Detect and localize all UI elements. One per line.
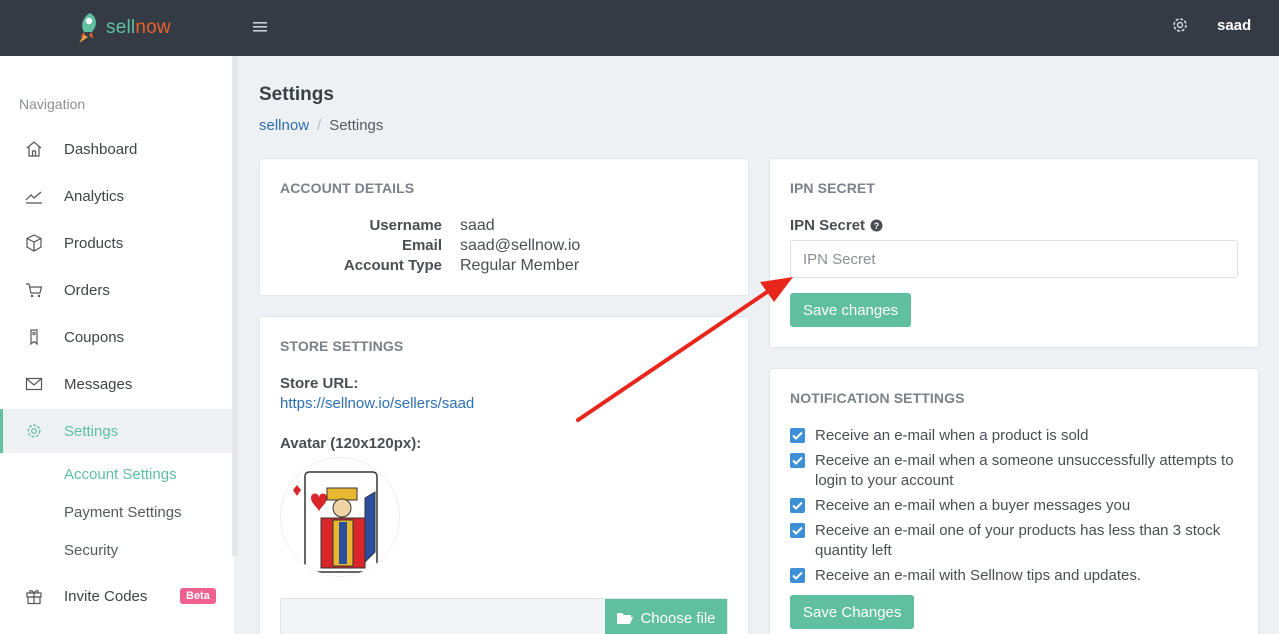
sidebar: Navigation Dashboard Analytics Products … [0, 56, 234, 634]
sidebar-item-messages[interactable]: Messages [0, 362, 234, 406]
breadcrumb-root-link[interactable]: sellnow [259, 117, 309, 134]
box-icon [24, 233, 44, 253]
beta-badge: Beta [180, 588, 216, 604]
page-title: Settings [259, 84, 334, 105]
notification-settings-card: NOTIFICATION SETTINGS Receive an e-mail … [769, 368, 1259, 634]
sellnow-logo[interactable]: sellnow [70, 11, 171, 45]
ipn-secret-card: IPN SECRET IPN Secret ? Save changes [769, 158, 1259, 348]
cart-icon [24, 280, 44, 300]
notify-low-stock-option[interactable]: Receive an e-mail one of your products h… [790, 521, 1240, 561]
gear-icon[interactable] [1170, 15, 1190, 35]
check-icon [792, 501, 803, 510]
sidebar-item-analytics[interactable]: Analytics [0, 174, 234, 218]
sidebar-item-orders[interactable]: Orders [0, 268, 234, 312]
notify-buyer-message-option[interactable]: Receive an e-mail when a buyer messages … [790, 496, 1240, 516]
help-icon[interactable]: ? [870, 219, 883, 232]
sidebar-item-products[interactable]: Products [0, 221, 234, 265]
envelope-icon [24, 374, 44, 394]
checkbox-checked[interactable] [790, 568, 805, 583]
sidebar-subitem-payment-settings[interactable]: Payment Settings [64, 504, 182, 521]
svg-text:?: ? [874, 221, 880, 231]
gift-icon [24, 586, 44, 606]
chart-line-icon [24, 186, 44, 206]
king-of-hearts-card-image [293, 471, 378, 573]
account-type-value: Regular Member [460, 257, 580, 274]
avatar-label: Avatar (120x120px): [280, 435, 422, 452]
notification-settings-title: NOTIFICATION SETTINGS [790, 390, 965, 406]
store-settings-card: STORE SETTINGS Store URL: https://sellno… [259, 316, 749, 634]
check-icon [792, 431, 803, 440]
check-icon [792, 571, 803, 580]
store-url-label: Store URL: [280, 375, 359, 392]
notify-failed-login-option[interactable]: Receive an e-mail when a someone unsucce… [790, 451, 1240, 491]
choose-file-button[interactable]: Choose file [605, 599, 727, 634]
notify-product-sold-option[interactable]: Receive an e-mail when a product is sold [790, 426, 1240, 446]
ipn-secret-title: IPN SECRET [790, 180, 876, 196]
avatar-file-input[interactable]: Choose file [280, 598, 728, 634]
rocket-logo-icon [79, 13, 96, 43]
menu-toggle-icon[interactable] [252, 17, 270, 37]
checkbox-checked[interactable] [790, 453, 805, 468]
check-icon [792, 526, 803, 535]
ipn-secret-label: IPN Secret ? [790, 217, 883, 234]
checkbox-checked[interactable] [790, 428, 805, 443]
user-menu[interactable]: saad [1217, 17, 1251, 34]
gear-icon [24, 421, 44, 441]
tag-icon [24, 327, 44, 347]
breadcrumb-separator: / [317, 117, 322, 134]
breadcrumb: sellnow / Settings [259, 117, 383, 134]
account-details-title: ACCOUNT DETAILS [280, 180, 415, 196]
store-url-link[interactable]: https://sellnow.io/sellers/saad [280, 395, 474, 412]
folder-open-icon [617, 613, 634, 624]
sidebar-item-settings[interactable]: Settings [0, 409, 234, 453]
store-settings-title: STORE SETTINGS [280, 338, 404, 354]
top-bar: sellnow saad [0, 0, 1279, 56]
ipn-secret-input[interactable] [790, 240, 1238, 278]
nav-heading: Navigation [19, 96, 86, 112]
notification-save-changes-button[interactable]: Save Changes [790, 595, 915, 629]
avatar [280, 457, 400, 577]
check-icon [792, 456, 803, 465]
notify-tips-updates-option[interactable]: Receive an e-mail with Sellnow tips and … [790, 566, 1240, 586]
checkbox-checked[interactable] [790, 523, 805, 538]
account-username-value: saad [460, 217, 495, 234]
sidebar-item-coupons[interactable]: Coupons [0, 315, 234, 359]
sidebar-scrollbar[interactable] [232, 56, 238, 556]
sidebar-subitem-account-settings[interactable]: Account Settings [64, 466, 177, 483]
home-icon [24, 139, 44, 159]
checkbox-checked[interactable] [790, 498, 805, 513]
account-email-value: saad@sellnow.io [460, 237, 581, 254]
ipn-save-changes-button[interactable]: Save changes [790, 293, 912, 327]
breadcrumb-current: Settings [329, 117, 384, 134]
sidebar-subitem-security[interactable]: Security [64, 542, 118, 559]
account-details-card: ACCOUNT DETAILS Username saad Email saad… [259, 158, 749, 296]
logo-text: sellnow [106, 17, 171, 38]
sidebar-item-dashboard[interactable]: Dashboard [0, 127, 234, 171]
